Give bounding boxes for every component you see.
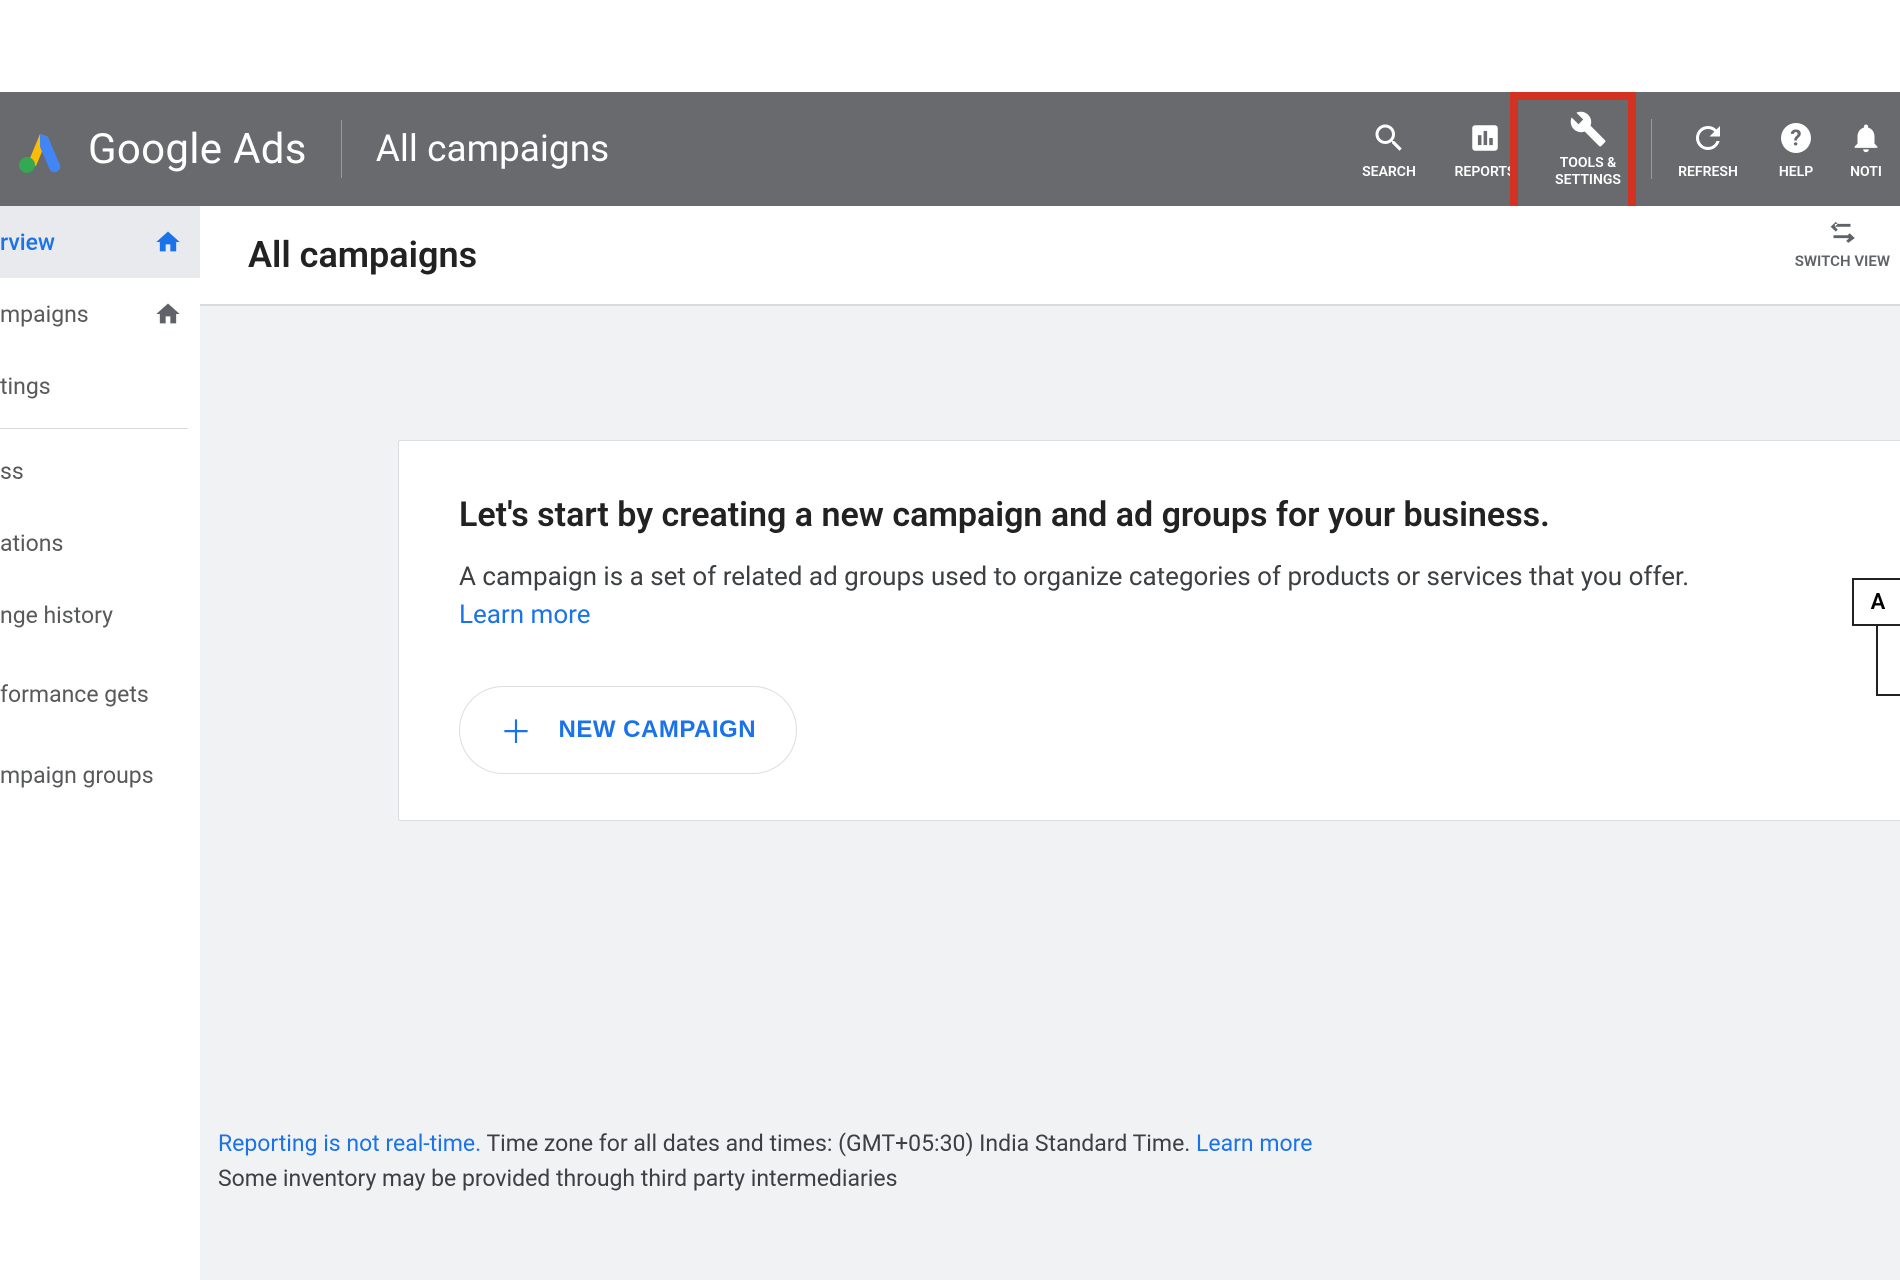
header-divider (341, 120, 342, 178)
bell-icon (1846, 118, 1886, 158)
page-titlebar: All campaigns SWITCH VIEW (200, 206, 1900, 306)
help-label: HELP (1779, 164, 1813, 181)
switch-view-label: SWITCH VIEW (1795, 252, 1890, 270)
reports-button[interactable]: REPORTS (1437, 92, 1533, 206)
header-actions: SEARCH REPORTS TOOLS & SETTINGS REFRESH (1341, 92, 1900, 206)
tools-settings-button[interactable]: TOOLS & SETTINGS (1533, 92, 1643, 206)
footer-reporting-link[interactable]: Reporting is not real-time. (218, 1130, 481, 1157)
sidebar-item-label: formance gets (0, 680, 182, 710)
plus-icon: ＋ (500, 707, 533, 753)
refresh-label: REFRESH (1678, 164, 1738, 181)
search-icon (1369, 118, 1409, 158)
sidebar-item-label: ss (0, 458, 182, 485)
help-icon: ? (1776, 118, 1816, 158)
sidebar: rview mpaigns tings ss ations nge histor… (0, 206, 200, 1280)
notif-label: NOTI (1850, 164, 1882, 181)
reports-label: REPORTS (1455, 164, 1516, 181)
sidebar-item-settings[interactable]: tings (0, 350, 200, 422)
main-area: Let's start by creating a new campaign a… (200, 306, 1900, 1280)
card-body: A campaign is a set of related ad groups… (459, 562, 1689, 592)
search-label: SEARCH (1362, 164, 1416, 181)
header-divider-2 (1651, 119, 1652, 179)
context-title: All campaigns (376, 128, 609, 171)
home-icon (154, 300, 182, 328)
sidebar-item-ations[interactable]: ations (0, 507, 200, 579)
card-heading: Let's start by creating a new campaign a… (459, 495, 1840, 535)
google-ads-logo-icon (14, 125, 62, 173)
switch-view-button[interactable]: SWITCH VIEW (1795, 214, 1890, 270)
right-edge-widget: A (1852, 578, 1900, 696)
notifications-button[interactable]: NOTI (1836, 92, 1896, 206)
learn-more-link[interactable]: Learn more (459, 600, 591, 630)
help-button[interactable]: ? HELP (1756, 92, 1836, 206)
brand-name: Google Ads (88, 125, 307, 174)
tools-label: TOOLS & SETTINGS (1555, 155, 1621, 189)
new-campaign-label: NEW CAMPAIGN (559, 716, 757, 744)
sidebar-item-campaign-groups[interactable]: mpaign groups (0, 739, 200, 811)
app-header: Google Ads All campaigns SEARCH REPORTS (0, 92, 1900, 206)
page-title: All campaigns (248, 234, 477, 276)
sidebar-item-change-history[interactable]: nge history (0, 579, 200, 651)
right-edge-label: A (1852, 578, 1900, 626)
sidebar-item-label: mpaigns (0, 301, 146, 328)
brand-block: Google Ads (0, 125, 307, 174)
refresh-icon (1688, 118, 1728, 158)
reports-icon (1465, 118, 1505, 158)
svg-text:?: ? (1790, 125, 1801, 151)
new-campaign-button[interactable]: ＋ NEW CAMPAIGN (459, 686, 797, 774)
sidebar-item-campaigns[interactable]: mpaigns (0, 278, 200, 350)
sidebar-item-label: rview (0, 229, 146, 256)
sidebar-item-ss[interactable]: ss (0, 435, 200, 507)
search-button[interactable]: SEARCH (1341, 92, 1437, 206)
sidebar-item-label: ations (0, 530, 182, 557)
sidebar-item-label: mpaign groups (0, 762, 182, 789)
sidebar-item-performance[interactable]: formance gets (0, 651, 200, 739)
sidebar-item-overview[interactable]: rview (0, 206, 200, 278)
refresh-button[interactable]: REFRESH (1660, 92, 1756, 206)
footer-timezone: Time zone for all dates and times: (GMT+… (481, 1130, 1196, 1157)
sidebar-item-label: tings (0, 373, 182, 400)
footer-learn-more-link[interactable]: Learn more (1196, 1130, 1312, 1157)
sidebar-divider (0, 428, 188, 429)
switch-view-icon (1825, 214, 1859, 248)
footer-inventory: Some inventory may be provided through t… (218, 1165, 897, 1192)
home-icon (154, 228, 182, 256)
get-started-card: Let's start by creating a new campaign a… (398, 440, 1900, 821)
right-edge-box (1876, 626, 1900, 696)
footer-notes: Reporting is not real-time. Time zone fo… (218, 1127, 1900, 1196)
wrench-icon (1568, 109, 1608, 149)
sidebar-item-label: nge history (0, 602, 182, 629)
